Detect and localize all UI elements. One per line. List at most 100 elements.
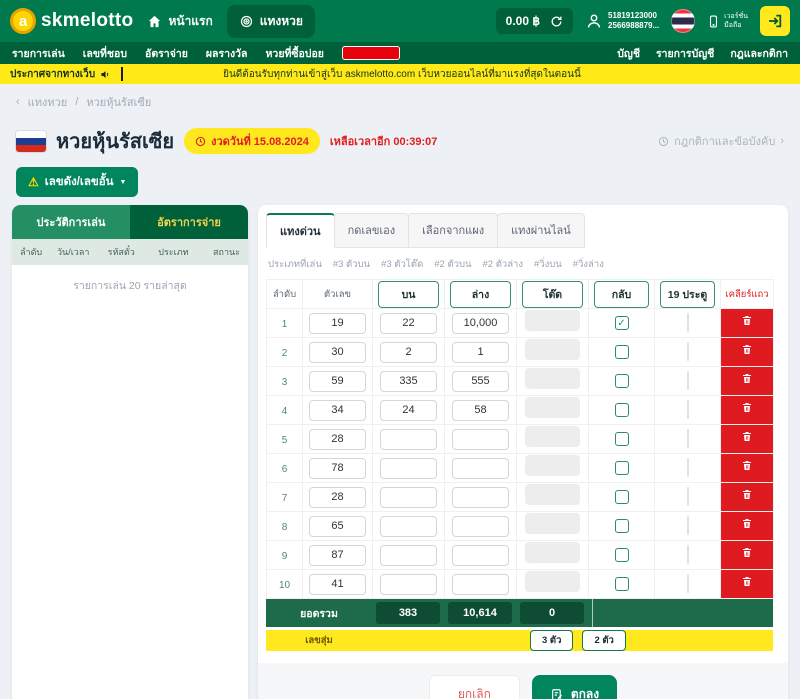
tab-choose-from-board[interactable]: เลือกจากแผง [408,213,498,248]
tab-bet-via-line[interactable]: แทงผ่านไลน์ [497,213,585,248]
flip-checkbox[interactable]: ✓ [615,316,629,330]
delete-row-button[interactable] [721,309,774,338]
number-input[interactable] [309,429,366,450]
trash-icon [741,488,753,501]
announcement-marquee: ยินดีต้อนรับทุกท่านเข้าสู่เว็บ askmelott… [133,67,790,82]
random-3digit-button[interactable]: 3 ตัว [530,630,573,651]
number-input[interactable] [309,487,366,508]
number-input[interactable] [309,371,366,392]
confirm-button[interactable]: ตกลง [532,675,617,699]
row-index: 3 [282,377,288,388]
top-amount-input[interactable] [380,487,437,508]
flip-checkbox[interactable] [615,432,629,446]
bottom-amount-input[interactable] [452,313,509,334]
bottom-amount-input[interactable] [452,342,509,363]
col-bottom-button[interactable]: ล่าง [450,281,511,308]
play-type-tag: #3 ตัวโต๊ด [381,257,423,272]
thai-flag-icon[interactable] [671,9,695,33]
tab-play-history[interactable]: ประวัติการเล่น [12,205,130,239]
nav-bet[interactable]: แทงหวย [227,5,315,38]
cancel-button[interactable]: ยกเลิก [429,675,520,699]
flip-checkbox[interactable] [615,374,629,388]
top-amount-input[interactable] [380,574,437,595]
hot-numbers-button[interactable]: ⚠ เลขดัง/เลขอั้น ▼ [16,167,138,197]
menu-account[interactable]: บัญชี [617,45,640,62]
number-input[interactable] [309,574,366,595]
number-input[interactable] [309,342,366,363]
nav-home[interactable]: หน้าแรก [147,12,212,31]
delete-row-button[interactable] [721,512,774,541]
bottom-amount-input[interactable] [452,545,509,566]
user-account[interactable]: 51819123000 2566988879... [585,11,659,31]
tab-payout-rate[interactable]: อัตราการจ่าย [130,205,248,239]
19doors-checkbox [687,516,689,535]
bottom-amount-input[interactable] [452,487,509,508]
top-amount-input[interactable] [380,371,437,392]
top-amount-input[interactable] [380,429,437,450]
bottom-amount-input[interactable] [452,400,509,421]
delete-row-button[interactable] [721,454,774,483]
top-amount-input[interactable] [380,342,437,363]
number-input[interactable] [309,545,366,566]
number-input[interactable] [309,400,366,421]
flip-checkbox[interactable] [615,345,629,359]
number-input[interactable] [309,458,366,479]
top-amount-input[interactable] [380,400,437,421]
19doors-checkbox [687,574,689,593]
refresh-icon[interactable] [550,15,563,28]
menu-payout-rates[interactable]: อัตราจ่าย [145,45,188,62]
menu-favorite-numbers[interactable]: เลขที่ชอบ [83,45,127,62]
play-types-line: ประเภทที่เล่น #3 ตัวบน #3 ตัวโต๊ด #2 ตัว… [266,248,780,279]
col-flip-button[interactable]: กลับ [594,281,650,308]
delete-row-button[interactable] [721,396,774,425]
menu-frequent-lottery[interactable]: หวยที่ซื้อบ่อย [266,45,324,62]
bet-row: 7 [267,483,774,512]
col-19doors-button[interactable]: 19 ประตู [660,281,716,308]
page-title: หวยหุ้นรัสเซีย [56,125,174,157]
top-amount-input[interactable] [380,458,437,479]
tab-quick-bet[interactable]: แทงด่วน [266,213,335,248]
delete-row-button[interactable] [721,570,774,599]
mobile-version-toggle[interactable]: เวอร์ชั่น มือถือ [707,12,748,30]
bottom-amount-input[interactable] [452,458,509,479]
delete-row-button[interactable] [721,541,774,570]
chevron-down-icon: ▼ [120,179,127,186]
breadcrumb-parent[interactable]: แทงหวย [28,93,68,111]
delete-row-button[interactable] [721,483,774,512]
rules-link[interactable]: กฎกติกาและข้อบังคับ › [658,132,784,150]
menu-account-history[interactable]: รายการบัญชี [656,45,714,62]
random-2digit-button[interactable]: 2 ตัว [582,630,625,651]
top-amount-input[interactable] [380,313,437,334]
menu-play-list[interactable]: รายการเล่น [12,45,65,62]
delete-row-button[interactable] [721,338,774,367]
flip-checkbox[interactable] [615,403,629,417]
play-type-tag: #2 ตัวบน [434,257,471,272]
col-tode-button[interactable]: โต๊ด [522,281,583,308]
bottom-amount-input[interactable] [452,574,509,595]
flip-checkbox[interactable] [615,548,629,562]
site-logo[interactable]: a skmelotto [10,8,133,34]
menu-results[interactable]: ผลรางวัล [206,45,248,62]
promo-badge[interactable] [342,46,400,60]
flip-checkbox[interactable] [615,577,629,591]
tab-pick-numbers[interactable]: กดเลขเอง [334,213,410,248]
number-input[interactable] [309,516,366,537]
row-index: 2 [282,348,288,359]
flip-checkbox[interactable] [615,461,629,475]
bet-row: 3 [267,367,774,396]
19doors-checkbox [687,313,689,332]
back-chevron-icon[interactable]: ‹ [16,96,20,108]
number-input[interactable] [309,313,366,334]
delete-row-button[interactable] [721,425,774,454]
flip-checkbox[interactable] [615,519,629,533]
delete-row-button[interactable] [721,367,774,396]
flip-checkbox[interactable] [615,490,629,504]
top-amount-input[interactable] [380,516,437,537]
logout-button[interactable] [760,6,790,36]
menu-rules[interactable]: กฎและกติกา [730,45,788,62]
bottom-amount-input[interactable] [452,516,509,537]
bottom-amount-input[interactable] [452,371,509,392]
top-amount-input[interactable] [380,545,437,566]
bottom-amount-input[interactable] [452,429,509,450]
col-top-button[interactable]: บน [378,281,439,308]
